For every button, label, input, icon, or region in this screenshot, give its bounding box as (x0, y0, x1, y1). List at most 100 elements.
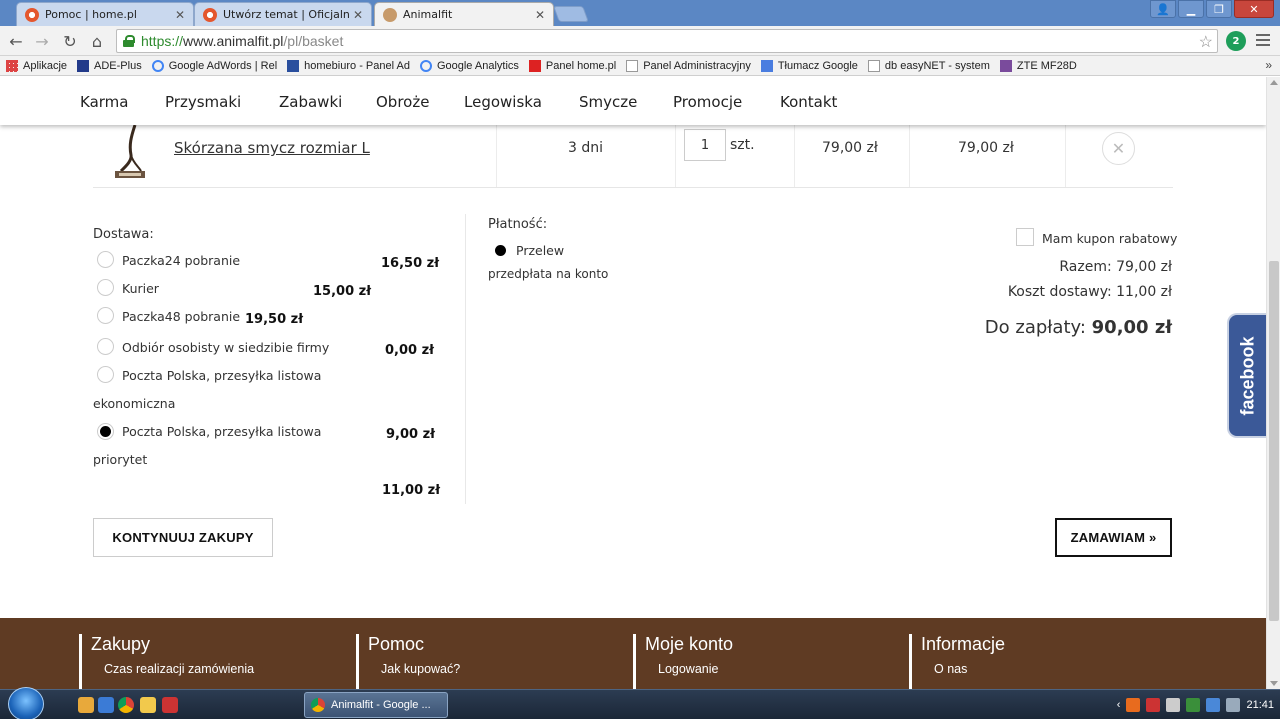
close-window-button[interactable]: ✕ (1234, 0, 1274, 18)
scroll-thumb[interactable] (1269, 261, 1279, 621)
forward-arrow-icon[interactable]: → (32, 31, 52, 51)
tray-expand-icon[interactable]: ‹ (1117, 699, 1121, 711)
delivery-option-label: Paczka24 pobranie (122, 253, 241, 268)
nav-legowiska[interactable]: Legowiska (464, 93, 542, 111)
bookmark-item[interactable]: ZTE MF28D (999, 59, 1077, 72)
place-order-button[interactable]: ZAMAWIAM » (1055, 518, 1172, 557)
footer-link[interactable]: Logowanie (645, 662, 733, 676)
ie-icon[interactable] (98, 697, 114, 713)
delivery-radio-poczta-priorytet[interactable] (97, 423, 114, 440)
network-icon[interactable] (1206, 698, 1221, 712)
coupon-checkbox[interactable] (1016, 228, 1034, 246)
google-icon (151, 59, 164, 72)
extension-badge: 2 (1232, 35, 1240, 47)
menu-icon[interactable] (1256, 34, 1270, 46)
footer-link[interactable]: Czas realizacji zamówienia (91, 662, 254, 676)
nav-kontakt[interactable]: Kontakt (780, 93, 837, 111)
browser-tab-pomoc[interactable]: Pomoc | home.pl ✕ (16, 2, 194, 26)
page-scrollbar[interactable] (1266, 77, 1280, 689)
taskbar-app-chrome[interactable]: Animalfit - Google ... (304, 692, 448, 718)
line-total: 79,00 zł (958, 140, 1014, 156)
volume-icon[interactable] (1226, 698, 1241, 712)
footer-link[interactable]: Jak kupować? (368, 662, 460, 676)
nav-obroze[interactable]: Obroże (376, 93, 429, 111)
back-arrow-icon[interactable]: ← (6, 31, 26, 51)
shipping-cost: Koszt dostawy: 11,00 zł (1007, 284, 1172, 300)
delivery-radio-poczta-ekonomiczna[interactable] (97, 366, 114, 383)
new-tab-button[interactable] (553, 6, 589, 22)
close-icon[interactable]: ✕ (353, 8, 363, 22)
delivery-option-label-cont: ekonomiczna (93, 396, 176, 411)
footer-heading: Informacje (921, 634, 1006, 654)
scroll-down-arrow-icon[interactable] (1270, 681, 1278, 686)
payment-description: przedpłata na konto (488, 267, 609, 281)
url-path: /pl/basket (283, 33, 344, 49)
close-icon[interactable]: ✕ (535, 8, 545, 22)
bookmark-item[interactable]: Tłumacz Google (760, 59, 858, 72)
delivery-radio-odbior[interactable] (97, 338, 114, 355)
bookmark-label: ZTE MF28D (1016, 59, 1077, 72)
chrome-icon[interactable] (118, 697, 134, 713)
site-main-nav: Karma Przysmaki Zabawki Obroże Legowiska… (0, 77, 1266, 125)
clock[interactable]: 21:41 (1246, 699, 1274, 711)
browser-toolbar: ← → ↻ ⌂ https://www.animalfit.pl/pl/bask… (0, 26, 1280, 56)
column-divider (465, 214, 466, 504)
bookmark-item[interactable]: Aplikacje (6, 59, 68, 72)
nav-przysmaki[interactable]: Przysmaki (165, 93, 241, 111)
profile-icon[interactable]: 👤 (1150, 0, 1176, 18)
footer-link[interactable]: O nas (921, 662, 1005, 676)
cell-divider (496, 125, 497, 187)
reload-icon[interactable]: ↻ (60, 31, 80, 51)
site-footer: Zakupy Czas realizacji zamówienia Pomoc … (0, 618, 1266, 689)
zte-icon (999, 59, 1012, 72)
start-button[interactable] (8, 687, 44, 719)
tray-app-icon[interactable] (1186, 698, 1201, 712)
browser-tab-utworz-temat[interactable]: Utwórz temat | Oficjalne fo ✕ (194, 2, 372, 26)
quantity-input[interactable]: 1 (684, 129, 726, 161)
bookmark-item[interactable]: Google Analytics (419, 59, 519, 72)
remove-item-button[interactable]: ✕ (1102, 132, 1135, 165)
delivery-radio-paczka48[interactable] (97, 307, 114, 324)
nav-smycze[interactable]: Smycze (579, 93, 637, 111)
bookmark-item[interactable]: homebiuro - Panel Ad (287, 59, 410, 72)
tray-app-icon[interactable] (1146, 698, 1161, 712)
delivery-option-price: 15,00 zł (313, 284, 372, 299)
home-icon[interactable]: ⌂ (87, 31, 107, 51)
bookmark-item[interactable]: Panel Administracyjny (626, 59, 751, 72)
nav-karma[interactable]: Karma (80, 93, 128, 111)
close-icon[interactable]: ✕ (175, 8, 185, 22)
footer-heading: Moje konto (645, 634, 734, 654)
bookmark-item[interactable]: Google AdWords | Rel (151, 59, 277, 72)
quicklaunch-icon[interactable] (78, 697, 94, 713)
minimize-button[interactable]: ▁ (1178, 0, 1204, 18)
app-icon[interactable] (162, 697, 178, 713)
facebook-side-tab[interactable]: facebook (1227, 313, 1266, 438)
product-name-link[interactable]: Skórzana smycz rozmiar L (174, 139, 370, 157)
more-bookmarks-chevron[interactable]: » (1265, 58, 1272, 72)
bookmark-item[interactable]: db easyNET - system (867, 59, 990, 72)
delivery-radio-kurier[interactable] (97, 279, 114, 296)
payment-radio-przelew[interactable] (492, 242, 509, 259)
footer-column-informacje: Informacje O nas (909, 634, 1005, 689)
address-bar[interactable]: https://www.animalfit.pl/pl/basket ☆ (116, 29, 1218, 53)
extension-icon[interactable]: 2 (1226, 31, 1246, 51)
delivery-option-label: Kurier (122, 281, 159, 296)
nav-promocje[interactable]: Promocje (673, 93, 742, 111)
maximize-button[interactable]: ❐ (1206, 0, 1232, 18)
leash-product-image[interactable] (111, 125, 149, 181)
tray-app-icon[interactable] (1126, 698, 1141, 712)
continue-shopping-button[interactable]: KONTYNUUJ ZAKUPY (93, 518, 273, 557)
bookmark-star-icon[interactable]: ☆ (1199, 32, 1213, 52)
scroll-up-arrow-icon[interactable] (1270, 80, 1278, 85)
delivery-time: 3 dni (568, 140, 604, 156)
tab-label: Utwórz temat | Oficjalne fo (223, 8, 349, 21)
bookmark-item[interactable]: ADE-Plus (77, 59, 142, 72)
tray-app-icon[interactable] (1166, 698, 1181, 712)
folder-icon[interactable] (140, 697, 156, 713)
bookmark-item[interactable]: Panel home.pl (528, 59, 616, 72)
browser-tab-animalfit[interactable]: Animalfit ✕ (374, 2, 554, 26)
delivery-radio-paczka24[interactable] (97, 251, 114, 268)
payment-option-label: Przelew (516, 243, 565, 258)
nav-zabawki[interactable]: Zabawki (279, 93, 342, 111)
bookmark-label: Aplikacje (23, 59, 68, 72)
